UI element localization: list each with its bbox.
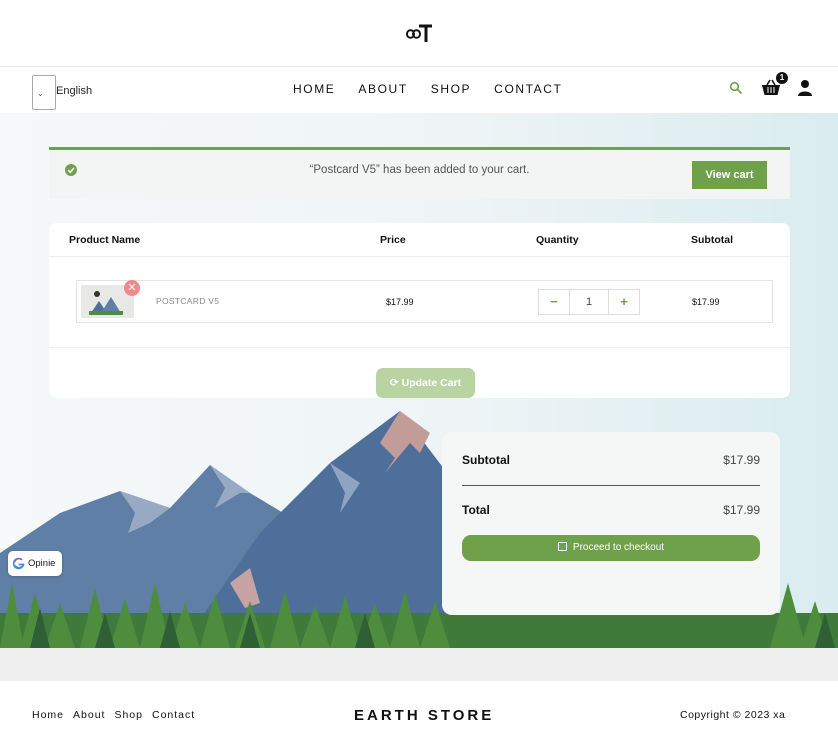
refresh-icon: ⟳	[389, 377, 399, 389]
notice-message: “Postcard V5” has been added to your car…	[309, 164, 530, 176]
proceed-to-checkout-button[interactable]: Proceed to checkout	[462, 535, 760, 561]
footer-links: Home About Shop Contact	[32, 709, 204, 721]
google-reviews-badge[interactable]: Opinie	[8, 551, 62, 576]
language-label: English	[56, 85, 93, 97]
checkout-label: Proceed to checkout	[572, 542, 665, 553]
nav-menu: HOME ABOUT SHOP CONTACT	[293, 82, 585, 96]
divider	[49, 256, 790, 257]
cart-row: ✕ POSTCARD V5 $17.99 − 1 + $17.99	[76, 280, 773, 323]
google-reviews-label: Opinie	[28, 558, 56, 569]
remove-item-button[interactable]: ✕	[124, 280, 140, 296]
nav-home[interactable]: HOME	[293, 82, 335, 96]
col-product-name: Product Name	[69, 234, 141, 246]
total-label: Total	[462, 503, 490, 517]
footer-link-contact[interactable]: Contact	[152, 709, 195, 721]
footer-band	[0, 648, 838, 681]
footer-link-home[interactable]: Home	[32, 709, 64, 721]
nav-shop[interactable]: SHOP	[431, 82, 471, 96]
logo-bar	[0, 0, 838, 67]
chevron-down-icon: ⌄	[37, 89, 44, 98]
cart-notice: “Postcard V5” has been added to your car…	[49, 147, 790, 199]
col-price: Price	[380, 234, 406, 246]
footer: Home About Shop Contact EARTH STORE Copy…	[0, 681, 838, 750]
footer-brand[interactable]: EARTH STORE	[354, 707, 494, 724]
divider	[462, 485, 760, 486]
quantity-decrease-button[interactable]: −	[539, 290, 569, 314]
site-logo[interactable]	[404, 22, 434, 44]
row-subtotal: $17.99	[692, 297, 720, 307]
col-subtotal: Subtotal	[691, 234, 733, 246]
cart-count-badge: 1	[776, 72, 788, 84]
language-select[interactable]: ⌄	[32, 75, 56, 110]
update-cart-label: Update Cart	[401, 377, 462, 389]
quantity-stepper: − 1 +	[538, 289, 640, 315]
copyright-text: Copyright © 2023 xa	[680, 709, 786, 721]
bag-icon	[557, 542, 567, 551]
subtotal-label: Subtotal	[462, 453, 510, 467]
nav-about[interactable]: ABOUT	[358, 82, 407, 96]
product-name[interactable]: POSTCARD V5	[156, 296, 219, 306]
divider	[49, 347, 790, 348]
google-icon	[12, 557, 25, 570]
subtotal-value: $17.99	[723, 453, 760, 467]
cart-table: Product Name Price Quantity Subtotal ✕ P…	[49, 223, 790, 398]
footer-link-shop[interactable]: Shop	[114, 709, 143, 721]
cart-totals: Subtotal $17.99 Total $17.99 Proceed to …	[442, 432, 780, 615]
user-icon[interactable]	[797, 79, 813, 96]
quantity-increase-button[interactable]: +	[609, 290, 639, 314]
nav-contact[interactable]: CONTACT	[494, 82, 562, 96]
main-nav: ⌄ English HOME ABOUT SHOP CONTACT 1	[0, 67, 838, 113]
total-value: $17.99	[723, 503, 760, 517]
view-cart-button[interactable]: View cart	[692, 161, 767, 189]
col-quantity: Quantity	[536, 234, 579, 246]
quantity-input[interactable]: 1	[569, 290, 609, 314]
footer-link-about[interactable]: About	[73, 709, 105, 721]
product-price: $17.99	[386, 297, 414, 307]
search-icon[interactable]	[729, 81, 743, 95]
update-cart-button[interactable]: ⟳ Update Cart	[376, 368, 475, 398]
